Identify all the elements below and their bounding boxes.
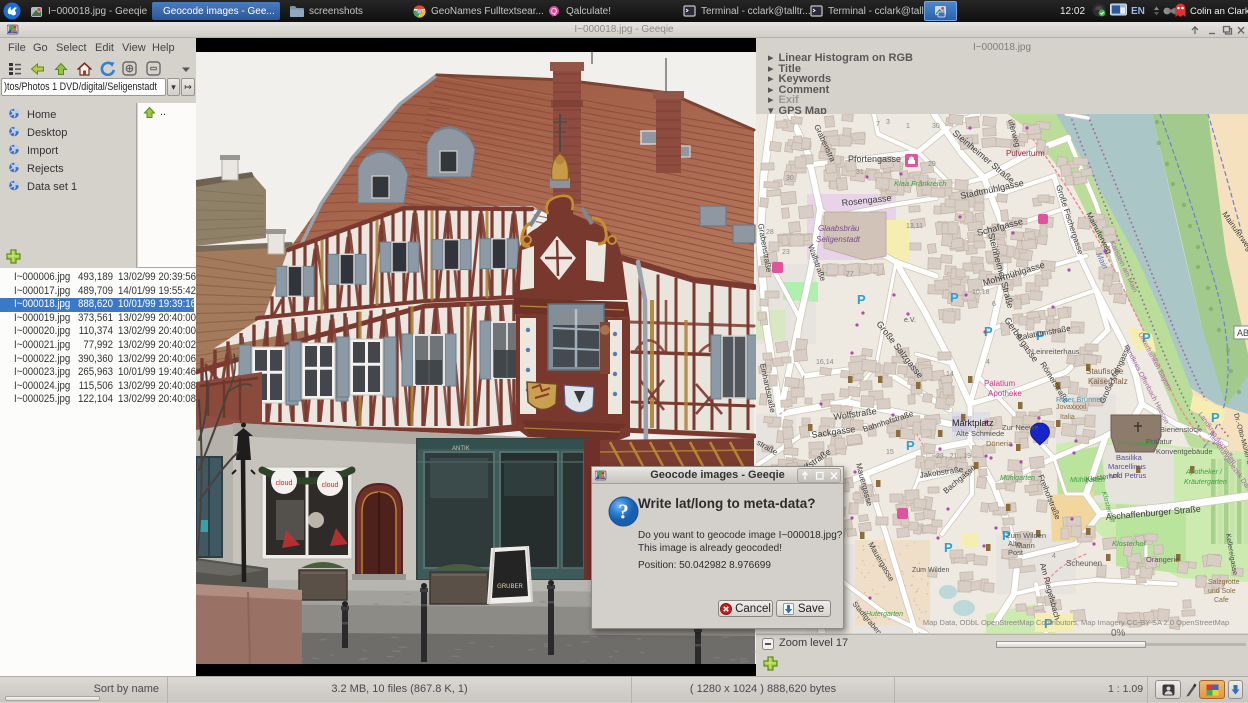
svg-text:Basilika: Basilika bbox=[1116, 453, 1143, 462]
svg-text:Pfortengasse: Pfortengasse bbox=[848, 154, 901, 164]
svg-text:Glaabsbräu: Glaabsbräu bbox=[818, 224, 860, 233]
svg-text:Alte Schmiede: Alte Schmiede bbox=[956, 429, 1004, 438]
svg-text:5: 5 bbox=[996, 249, 1000, 256]
svg-text:Döneria: Döneria bbox=[986, 439, 1013, 448]
svg-text:4: 4 bbox=[986, 359, 990, 366]
svg-text:P: P bbox=[944, 540, 953, 555]
svg-text:Klaa Frånkreich: Klaa Frånkreich bbox=[894, 179, 947, 188]
svg-text:P: P bbox=[857, 292, 866, 307]
svg-text:3: 3 bbox=[886, 119, 890, 126]
svg-text:Prälatur: Prälatur bbox=[1146, 437, 1173, 446]
svg-text:4: 4 bbox=[1052, 553, 1056, 560]
svg-text:23: 23 bbox=[782, 249, 790, 256]
svg-text:cloud: cloud bbox=[276, 480, 293, 487]
svg-text:6: 6 bbox=[992, 301, 996, 308]
svg-text:31: 31 bbox=[856, 169, 864, 176]
svg-text:15: 15 bbox=[886, 449, 894, 456]
svg-text:Zum Wilden: Zum Wilden bbox=[1006, 531, 1046, 540]
svg-text:AB: AB bbox=[1237, 328, 1248, 338]
svg-text:P: P bbox=[950, 290, 959, 305]
svg-text:14: 14 bbox=[946, 371, 954, 378]
svg-text:Scheunen: Scheunen bbox=[1066, 559, 1102, 568]
svg-text:1: 1 bbox=[906, 123, 910, 130]
svg-text:7: 7 bbox=[876, 121, 880, 128]
svg-text:und Sole: und Sole bbox=[1208, 588, 1236, 595]
svg-text:P: P bbox=[906, 438, 915, 453]
svg-text:Bienenstock: Bienenstock bbox=[1160, 425, 1201, 434]
svg-text:Marcellinus: Marcellinus bbox=[1108, 462, 1146, 471]
svg-text:cloud: cloud bbox=[322, 482, 339, 489]
svg-text:10,18: 10,18 bbox=[972, 289, 990, 296]
svg-text:Orangerie: Orangerie bbox=[1146, 555, 1179, 564]
svg-text:28: 28 bbox=[766, 229, 774, 236]
svg-text:e.V.: e.V. bbox=[904, 317, 916, 324]
svg-text:Apotheke: Apotheke bbox=[988, 389, 1022, 398]
svg-text:Kräutergarten: Kräutergarten bbox=[1184, 479, 1227, 486]
svg-text:Mühlgarten: Mühlgarten bbox=[1070, 477, 1105, 484]
svg-text:Salzgrotte: Salzgrotte bbox=[1208, 579, 1240, 586]
svg-text:P: P bbox=[1211, 410, 1220, 425]
svg-text:77: 77 bbox=[846, 271, 854, 278]
svg-text:GRUBER: GRUBER bbox=[497, 584, 523, 590]
svg-text:Italia: Italia bbox=[1060, 414, 1075, 421]
svg-text:Mann: Mann bbox=[1016, 541, 1035, 550]
svg-text:Q: Q bbox=[551, 7, 557, 16]
svg-text:30: 30 bbox=[932, 123, 940, 130]
svg-text:29: 29 bbox=[928, 161, 936, 168]
svg-text:Pulverturm: Pulverturm bbox=[1006, 149, 1045, 158]
svg-text:Zum Wilden: Zum Wilden bbox=[912, 567, 949, 574]
svg-text:16,14: 16,14 bbox=[816, 359, 834, 366]
svg-text:23 , 21 , 19: 23 , 21 , 19 bbox=[936, 453, 971, 460]
svg-text:30: 30 bbox=[786, 175, 794, 182]
svg-text:13,11: 13,11 bbox=[906, 223, 923, 230]
svg-text:Leinreiterhaus: Leinreiterhaus bbox=[1032, 347, 1080, 356]
svg-text:Palatium: Palatium bbox=[984, 379, 1015, 388]
svg-text:?: ? bbox=[618, 500, 629, 524]
svg-text:Marktplatz: Marktplatz bbox=[952, 418, 994, 428]
svg-text:Jovaxxxxl: Jovaxxxxl bbox=[1056, 404, 1087, 411]
svg-text:Hutergarten: Hutergarten bbox=[866, 611, 903, 618]
svg-text:ANTIK: ANTIK bbox=[452, 446, 470, 452]
svg-text:Roter Brunnen: Roter Brunnen bbox=[1056, 395, 1105, 404]
svg-text:Apotheker /: Apotheker / bbox=[1185, 469, 1223, 476]
svg-text:Seligenstadt: Seligenstadt bbox=[816, 235, 861, 244]
svg-text:Cafe: Cafe bbox=[1214, 597, 1229, 604]
svg-text:Klosterhof: Klosterhof bbox=[1112, 539, 1147, 548]
svg-text:Konventgebäude: Konventgebäude bbox=[1156, 447, 1213, 456]
svg-text:Mühlgarten: Mühlgarten bbox=[1000, 475, 1035, 482]
svg-text:Zur Neewe: Zur Neewe bbox=[1002, 423, 1039, 432]
svg-text:Map Data, ODbL OpenStreetMap C: Map Data, ODbL OpenStreetMap Contributor… bbox=[923, 618, 1229, 627]
